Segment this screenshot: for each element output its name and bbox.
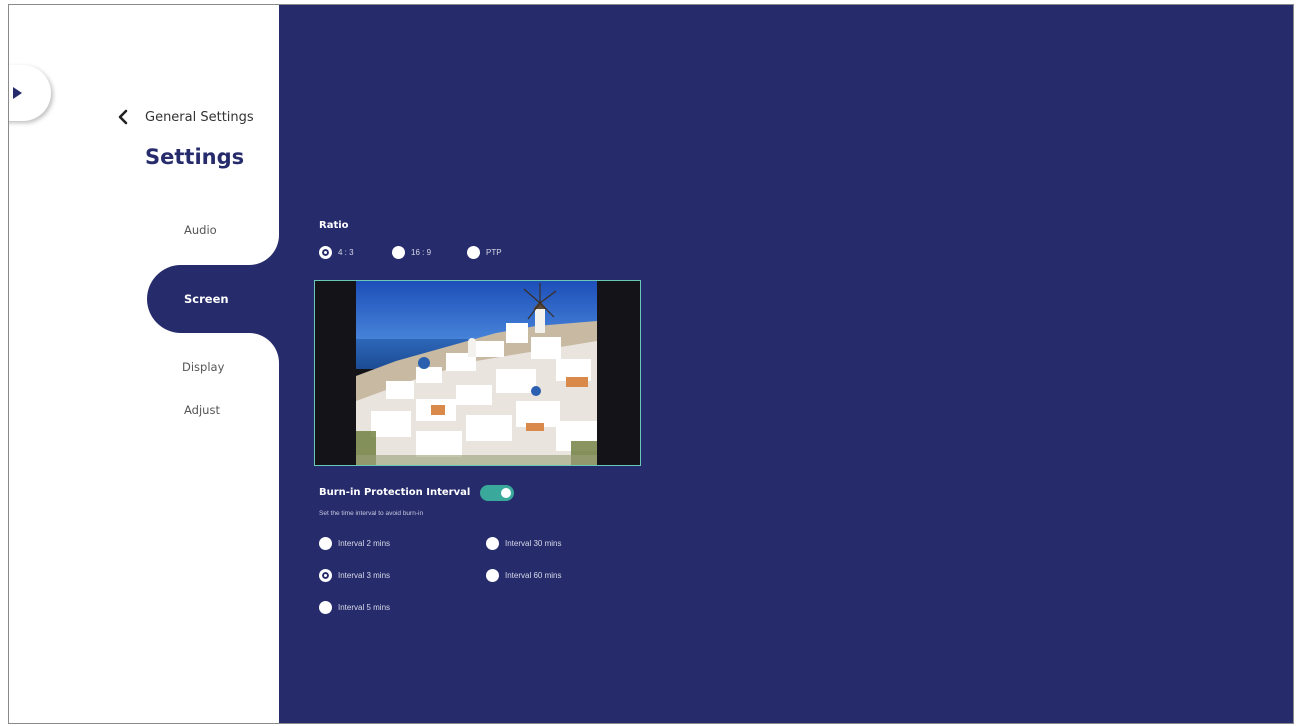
radio-label: Interval 60 mins (505, 571, 562, 580)
back-label: General Settings (145, 109, 254, 125)
preview-image (356, 281, 597, 465)
chevron-left-icon (117, 107, 133, 127)
interval-3-mins-option[interactable]: Interval 3 mins (319, 569, 390, 582)
radio-unselected (486, 569, 499, 582)
page-title: Settings (145, 145, 245, 169)
sidebar-item-adjust[interactable]: Adjust (184, 403, 220, 417)
expand-sidebar-button[interactable] (9, 65, 51, 121)
ratio-option-ptp[interactable]: PTP (467, 246, 502, 259)
santorini-image (356, 281, 597, 465)
radio-unselected (467, 246, 480, 259)
active-tab-curve-top (249, 235, 279, 265)
burn-in-title: Burn-in Protection Interval (319, 487, 471, 498)
burn-in-description: Set the time interval to avoid burn-in (319, 510, 424, 517)
radio-label: Interval 2 mins (338, 539, 391, 548)
sidebar-item-display[interactable]: Display (182, 360, 224, 374)
ratio-preview (314, 280, 641, 466)
sidebar: General Settings Settings Audio Screen D… (9, 5, 279, 723)
ratio-title: Ratio (319, 220, 349, 231)
interval-5-mins-option[interactable]: Interval 5 mins (319, 601, 390, 614)
ratio-option-16-9[interactable]: 16 : 9 (392, 246, 431, 259)
radio-label: Interval 30 mins (505, 539, 562, 548)
radio-label: Interval 5 mins (338, 603, 391, 612)
burn-in-toggle[interactable] (480, 485, 514, 501)
radio-selected (319, 569, 332, 582)
sidebar-item-screen[interactable]: Screen (147, 265, 279, 333)
ratio-option-4-3[interactable]: 4 : 3 (319, 246, 354, 259)
radio-selected (319, 246, 332, 259)
radio-unselected (486, 537, 499, 550)
interval-60-mins-option[interactable]: Interval 60 mins (486, 569, 561, 582)
radio-unselected (319, 601, 332, 614)
settings-window: General Settings Settings Audio Screen D… (8, 4, 1294, 724)
radio-label: Interval 3 mins (338, 571, 391, 580)
radio-label: 16 : 9 (411, 248, 432, 257)
radio-label: PTP (486, 248, 502, 257)
radio-unselected (319, 537, 332, 550)
interval-2-mins-option[interactable]: Interval 2 mins (319, 537, 390, 550)
sidebar-item-label: Screen (184, 292, 229, 306)
sidebar-item-audio[interactable]: Audio (184, 223, 217, 237)
radio-unselected (392, 246, 405, 259)
expand-arrow-icon (13, 87, 22, 99)
back-to-general-settings[interactable]: General Settings (117, 107, 254, 127)
active-tab-curve-bottom (249, 333, 279, 363)
interval-30-mins-option[interactable]: Interval 30 mins (486, 537, 561, 550)
radio-label: 4 : 3 (338, 248, 354, 257)
